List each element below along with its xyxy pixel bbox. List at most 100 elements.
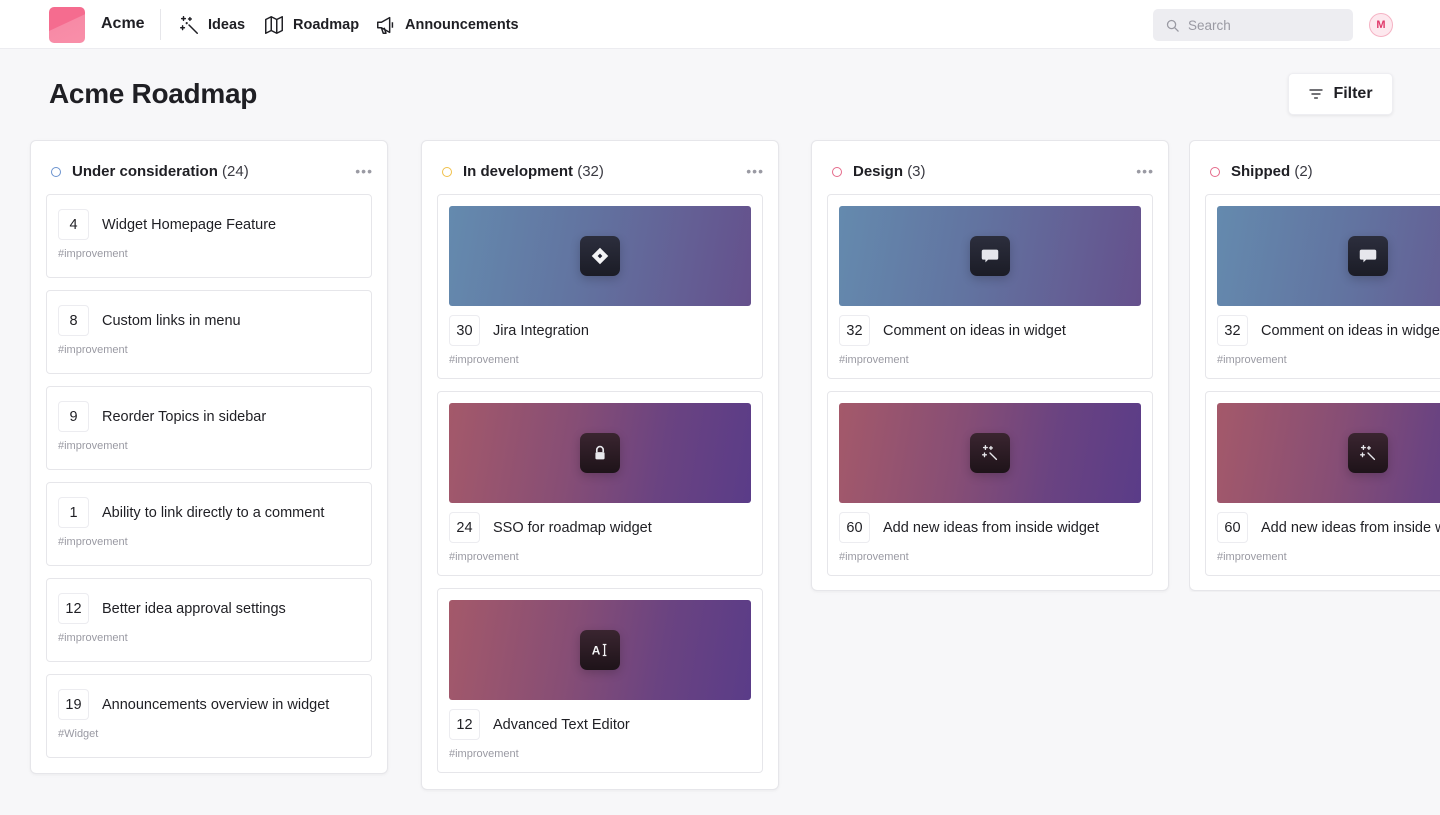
idea-card[interactable]: 9 Reorder Topics in sidebar #improvement: [46, 386, 372, 470]
idea-card[interactable]: 12 Better idea approval settings #improv…: [46, 578, 372, 662]
card-title: Add new ideas from inside widget: [883, 520, 1100, 536]
idea-card[interactable]: 4 Widget Homepage Feature #improvement: [46, 194, 372, 278]
card-tag: #Widget: [58, 728, 99, 740]
vote-count[interactable]: 30: [449, 315, 480, 346]
idea-card[interactable]: A 12 Advanced Text Editor #improvement: [437, 588, 763, 773]
idea-card[interactable]: 30 Jira Integration #improvement: [437, 194, 763, 379]
chat-bubble-icon: [1359, 249, 1377, 263]
card-tag: #improvement: [58, 248, 128, 260]
chat-bubble-icon: [981, 249, 999, 263]
card-tag: #improvement: [1217, 354, 1287, 366]
idea-card[interactable]: 8 Custom links in menu #improvement: [46, 290, 372, 374]
card-banner: [839, 206, 1141, 306]
idea-card[interactable]: 60 Add new ideas from inside widget #imp…: [827, 391, 1153, 576]
text-cursor-icon: A: [592, 644, 607, 658]
svg-text:A: A: [592, 644, 601, 658]
card-tag: #improvement: [449, 748, 519, 760]
status-circle-icon: [51, 167, 61, 177]
filter-button[interactable]: Filter: [1288, 73, 1393, 115]
vote-count[interactable]: 32: [839, 315, 870, 346]
column-title: Under consideration (24): [72, 163, 249, 180]
nav-item-announcements[interactable]: Announcements: [375, 14, 519, 36]
more-options-icon[interactable]: •••: [746, 163, 764, 179]
nav-item-label: Announcements: [405, 17, 519, 33]
idea-card[interactable]: 32 Comment on ideas in widget #improveme…: [1205, 194, 1440, 379]
card-tag: #improvement: [449, 354, 519, 366]
megaphone-icon: [377, 16, 394, 34]
more-options-icon[interactable]: •••: [1136, 163, 1154, 179]
search-box[interactable]: [1153, 9, 1353, 41]
status-circle-icon: [832, 167, 842, 177]
card-tag: #improvement: [449, 551, 519, 563]
vote-count[interactable]: 9: [58, 401, 89, 432]
card-title: Custom links in menu: [102, 313, 241, 329]
more-options-icon[interactable]: •••: [355, 163, 373, 179]
card-banner: [449, 403, 751, 503]
magic-wand-icon: [1359, 444, 1376, 461]
idea-card[interactable]: 1 Ability to link directly to a comment …: [46, 482, 372, 566]
column-count: (2): [1294, 163, 1313, 180]
status-circle-icon: [442, 167, 452, 177]
card-tag: #improvement: [58, 440, 128, 452]
vote-count[interactable]: 60: [1217, 512, 1248, 543]
acme-logo[interactable]: [49, 7, 85, 43]
idea-card[interactable]: 60 Add new ideas from inside widget #imp…: [1205, 391, 1440, 576]
user-avatar[interactable]: M: [1369, 13, 1393, 37]
vote-count[interactable]: 4: [58, 209, 89, 240]
column-in-development: In development (32) ••• 30 Jira Integrat…: [421, 140, 779, 790]
vote-count[interactable]: 1: [58, 497, 89, 528]
card-title: Better idea approval settings: [102, 601, 286, 617]
idea-card[interactable]: 32 Comment on ideas in widget #improveme…: [827, 194, 1153, 379]
column-count: (3): [907, 163, 926, 180]
status-circle-icon: [1210, 167, 1220, 177]
magic-wand-icon: [981, 444, 998, 461]
card-tag: #improvement: [58, 536, 128, 548]
card-tag: #improvement: [58, 632, 128, 644]
app-icon-tile: [580, 236, 620, 276]
vote-count[interactable]: 60: [839, 512, 870, 543]
nav-item-ideas[interactable]: Ideas: [178, 14, 245, 36]
vote-count[interactable]: 32: [1217, 315, 1248, 346]
idea-card[interactable]: 19 Announcements overview in widget #Wid…: [46, 674, 372, 758]
jira-icon: [591, 247, 609, 265]
nav-divider: [160, 9, 161, 40]
vote-count[interactable]: 12: [58, 593, 89, 624]
card-banner: [839, 403, 1141, 503]
search-input[interactable]: [1188, 17, 1338, 33]
column-header: In development (32) •••: [422, 141, 778, 194]
column-title: Design (3): [853, 163, 926, 180]
card-title: Comment on ideas in widget: [883, 323, 1066, 339]
column-title-text: Shipped: [1231, 163, 1291, 180]
page-title: Acme Roadmap: [49, 78, 258, 109]
app-icon-tile: A: [580, 630, 620, 670]
idea-card[interactable]: 24 SSO for roadmap widget #improvement: [437, 391, 763, 576]
column-title-text: Design: [853, 163, 904, 180]
card-tag: #improvement: [1217, 551, 1287, 563]
column-shipped-viewport: Shipped (2) ••• 32 Comment on ideas in w…: [1189, 140, 1440, 592]
vote-count[interactable]: 12: [449, 709, 480, 740]
column-title-text: In development: [463, 163, 574, 180]
column-title: Shipped (2): [1231, 163, 1313, 180]
card-title: Widget Homepage Feature: [102, 217, 277, 233]
nav-item-roadmap[interactable]: Roadmap: [263, 14, 359, 36]
magic-wand-icon: [180, 16, 198, 34]
column-header: Design (3) •••: [812, 141, 1168, 194]
card-tag: #improvement: [839, 354, 909, 366]
card-title: Jira Integration: [493, 323, 589, 339]
vote-count[interactable]: 8: [58, 305, 89, 336]
column-title-text: Under consideration: [72, 163, 218, 180]
column-shipped: Shipped (2) ••• 32 Comment on ideas in w…: [1189, 140, 1440, 591]
card-title: SSO for roadmap widget: [493, 520, 652, 536]
brand-name[interactable]: Acme: [101, 15, 145, 33]
app-icon-tile: [580, 433, 620, 473]
card-title: Advanced Text Editor: [493, 717, 630, 733]
column-header: Under consideration (24) •••: [31, 141, 387, 194]
card-tag: #improvement: [839, 551, 909, 563]
vote-count[interactable]: 19: [58, 689, 89, 720]
top-navigation-bar: Acme Ideas Roadmap Announcements M: [0, 0, 1440, 49]
app-icon-tile: [970, 236, 1010, 276]
vote-count[interactable]: 24: [449, 512, 480, 543]
column-title: In development (32): [463, 163, 604, 180]
column-count: (24): [222, 163, 249, 180]
card-banner: [1217, 403, 1440, 503]
